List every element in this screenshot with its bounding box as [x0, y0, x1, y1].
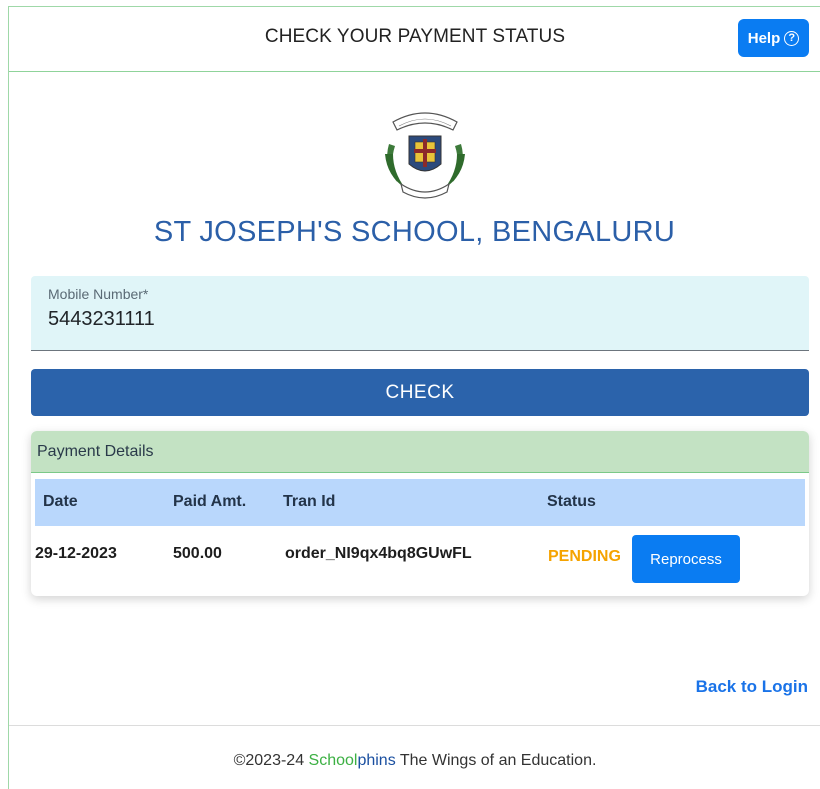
page-header: CHECK YOUR PAYMENT STATUS Help ?	[9, 7, 820, 72]
status-badge: PENDING	[548, 548, 621, 565]
school-name: ST JOSEPH'S SCHOOL, BENGALURU	[153, 216, 676, 248]
mobile-number-field[interactable]: Mobile Number* 5443231111	[31, 276, 809, 351]
page-title: CHECK YOUR PAYMENT STATUS	[264, 26, 566, 47]
question-circle-icon: ?	[784, 30, 800, 46]
column-header-tran-id: Tran Id	[283, 493, 336, 510]
page-frame: CHECK YOUR PAYMENT STATUS Help ? ST JOSE…	[8, 6, 820, 789]
help-label: Help	[747, 29, 781, 47]
payment-date: 29-12-2023	[35, 545, 117, 562]
table-row: 29-12-2023 500.00 order_NI9qx4bq8GUwFL P…	[35, 526, 805, 588]
payment-details-card: Payment Details Date Paid Amt. Tran Id S…	[31, 431, 809, 596]
footer-copyright: ©2023-24	[233, 752, 309, 769]
reprocess-button[interactable]: Reprocess	[632, 535, 740, 583]
column-header-paid-amount: Paid Amt.	[173, 493, 247, 510]
payment-details-title: Payment Details	[31, 431, 809, 473]
column-header-status: Status	[547, 493, 596, 510]
back-to-login-link[interactable]: Back to Login	[696, 677, 808, 697]
mobile-number-input[interactable]: 5443231111	[48, 308, 155, 331]
mobile-number-label: Mobile Number*	[48, 286, 149, 302]
column-header-date: Date	[43, 493, 78, 510]
footer-tagline: The Wings of an Education.	[395, 752, 597, 769]
payment-amount: 500.00	[173, 545, 222, 562]
footer: ©2023-24 Schoolphins The Wings of an Edu…	[9, 725, 820, 789]
school-crest-icon	[385, 112, 465, 199]
table-header: Date Paid Amt. Tran Id Status	[35, 479, 805, 526]
footer-brand-school: School	[308, 752, 358, 769]
footer-brand-phins: phins	[357, 752, 396, 769]
check-button[interactable]: CHECK	[31, 369, 809, 416]
payment-tran-id: order_NI9qx4bq8GUwFL	[285, 545, 472, 562]
help-button[interactable]: Help ?	[738, 19, 809, 57]
